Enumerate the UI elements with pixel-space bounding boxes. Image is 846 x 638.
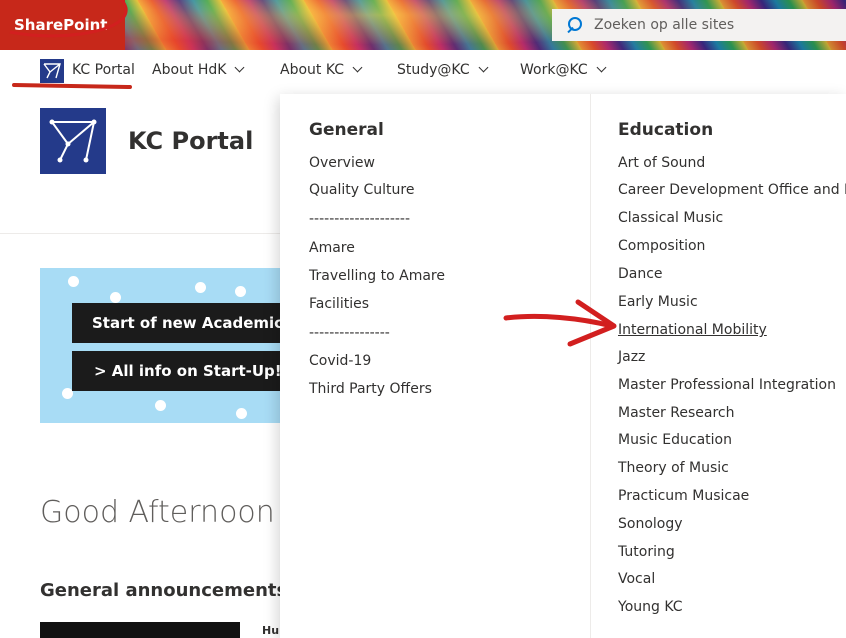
chevron-down-icon xyxy=(234,62,245,73)
menu-link-facilities[interactable]: Facilities xyxy=(309,296,369,312)
menu-heading-education: Education xyxy=(618,120,714,140)
menu-separator: -------------------- xyxy=(309,211,411,227)
menu-link-early-music[interactable]: Early Music xyxy=(618,294,698,310)
news-title[interactable]: Hu xyxy=(262,624,279,637)
menu-link-career-development-office[interactable]: Career Development Office and Pod xyxy=(618,182,846,198)
greeting-heading: Good Afternoon El xyxy=(40,495,312,530)
decor-dot xyxy=(235,286,246,297)
menu-link-theory-of-music[interactable]: Theory of Music xyxy=(618,460,729,476)
decor-dot xyxy=(110,292,121,303)
nav-label: KC Portal xyxy=(72,62,135,78)
nav-item-about-kc[interactable]: About KC xyxy=(280,62,363,78)
menu-column-divider xyxy=(590,94,591,638)
announcements-heading: General announcements xyxy=(40,580,288,601)
chevron-down-icon xyxy=(478,62,489,73)
menu-link-dance[interactable]: Dance xyxy=(618,266,663,282)
menu-link-master-research[interactable]: Master Research xyxy=(618,405,734,421)
decor-dot xyxy=(68,276,79,287)
menu-link-overview[interactable]: Overview xyxy=(309,155,375,171)
menu-link-master-professional-integration[interactable]: Master Professional Integration xyxy=(618,377,836,393)
menu-link-art-of-sound[interactable]: Art of Sound xyxy=(618,155,705,171)
menu-link-travelling-to-amare[interactable]: Travelling to Amare xyxy=(309,268,445,284)
menu-link-sonology[interactable]: Sonology xyxy=(618,516,683,532)
menu-link-classical-music[interactable]: Classical Music xyxy=(618,210,723,226)
banner-button-startup[interactable]: > All info on Start-Up! W xyxy=(72,351,280,391)
menu-link-covid-19[interactable]: Covid-19 xyxy=(309,353,371,369)
menu-link-international-mobility[interactable]: International Mobility xyxy=(618,322,767,338)
site-logo[interactable] xyxy=(40,108,106,174)
banner-line-1: Start of new Academic xyxy=(92,314,280,332)
menu-link-jazz[interactable]: Jazz xyxy=(618,349,645,365)
chevron-down-icon xyxy=(352,62,363,73)
search-box[interactable]: Zoeken op alle sites xyxy=(552,9,846,41)
menu-heading-general: General xyxy=(309,120,384,140)
decor-dot xyxy=(236,408,247,419)
menu-link-practicum-musicae[interactable]: Practicum Musicae xyxy=(618,488,749,504)
menu-link-composition[interactable]: Composition xyxy=(618,238,705,254)
menu-link-third-party-offers[interactable]: Third Party Offers xyxy=(309,381,432,397)
nav-item-work-kc[interactable]: Work@KC xyxy=(520,62,607,78)
nav-label: Study@KC xyxy=(397,62,470,78)
search-placeholder: Zoeken op alle sites xyxy=(594,17,735,33)
menu-link-music-education[interactable]: Music Education xyxy=(618,432,732,448)
annotation-circle xyxy=(9,0,128,38)
nav-item-kc-portal[interactable]: KC Portal xyxy=(72,62,135,78)
nav-label: Work@KC xyxy=(520,62,588,78)
annotation-arrow xyxy=(503,299,617,347)
about-kc-mega-menu: General Overview Quality Culture -------… xyxy=(280,94,846,638)
hero-banner[interactable]: Start of new Academic > All info on Star… xyxy=(40,268,280,423)
menu-link-quality-culture[interactable]: Quality Culture xyxy=(309,182,414,198)
news-thumbnail[interactable] xyxy=(40,622,240,638)
nav-label: About KC xyxy=(280,62,345,78)
nav-item-about-hdk[interactable]: About HdK xyxy=(152,62,245,78)
decor-dot xyxy=(195,282,206,293)
search-icon xyxy=(566,17,582,33)
menu-separator: ---------------- xyxy=(309,325,390,341)
kc-logo-icon[interactable] xyxy=(40,59,64,83)
header-divider xyxy=(0,233,280,234)
site-title[interactable]: KC Portal xyxy=(128,127,253,155)
menu-link-tutoring[interactable]: Tutoring xyxy=(618,544,675,560)
menu-link-young-kc[interactable]: Young KC xyxy=(618,599,683,615)
banner-line-2: > All info on Start-Up! W xyxy=(94,362,280,380)
menu-link-vocal[interactable]: Vocal xyxy=(618,571,655,587)
decor-dot xyxy=(155,400,166,411)
banner-button-academic-year[interactable]: Start of new Academic xyxy=(72,303,280,343)
nav-label: About HdK xyxy=(152,62,227,78)
nav-item-study-kc[interactable]: Study@KC xyxy=(397,62,489,78)
menu-link-amare[interactable]: Amare xyxy=(309,240,355,256)
chevron-down-icon xyxy=(596,62,607,73)
